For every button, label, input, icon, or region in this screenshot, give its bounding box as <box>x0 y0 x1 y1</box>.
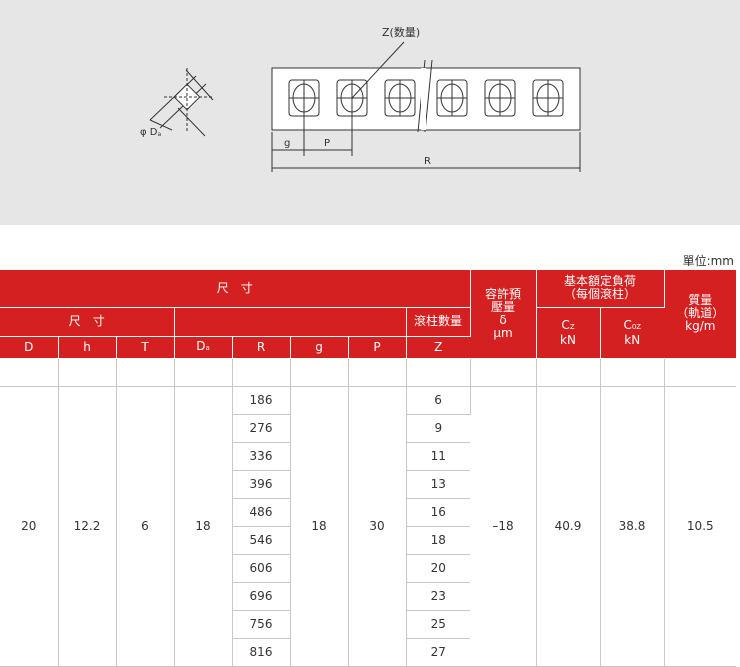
cell-t: 6 <box>116 386 175 667</box>
spec-table-body: 20 12.2 6 18 186 18 30 6 –18 40.9 38.8 10.5 276 9 336 1… <box>0 358 737 667</box>
cell-r: 816 <box>232 638 291 667</box>
phi-da-label: φ Da <box>140 127 161 138</box>
preload-title: 容許預壓量 <box>485 286 522 314</box>
col-h-header: h <box>58 336 117 359</box>
cell-r: 336 <box>232 442 291 471</box>
load-rating-subtitle: （每個滾柱） <box>564 287 637 302</box>
load-rating-header: 基本額定負荷 （每個滾柱） <box>536 270 665 308</box>
cell-p: 30 <box>348 386 407 667</box>
roller-count-header: 滾柱數量 <box>406 307 471 337</box>
cell-preload: –18 <box>470 386 537 667</box>
blank-subgroup-header <box>174 307 407 337</box>
cell-z: 9 <box>406 414 471 443</box>
roller-icon <box>484 79 516 117</box>
col-t-header: T <box>116 336 175 359</box>
col-p-header: P <box>348 336 407 359</box>
cell-r: 696 <box>232 582 291 611</box>
roller-icon <box>436 79 468 117</box>
spec-table: 尺 寸 容許預壓量 δ μm 基本額定負荷 （每個滾柱） 質量 （軌道） kg/… <box>0 270 737 667</box>
preload-symbol: δ <box>499 312 507 327</box>
cell-z: 18 <box>406 526 471 555</box>
spacer-row <box>0 358 737 387</box>
cell-mass: 10.5 <box>664 386 737 667</box>
unit-label: 單位:mm <box>682 254 734 268</box>
cell-g: 18 <box>290 386 349 667</box>
roller-icon <box>384 79 416 117</box>
preload-header: 容許預壓量 δ μm <box>470 270 537 359</box>
cell-da: 18 <box>174 386 233 667</box>
cell-z: 16 <box>406 498 471 527</box>
preload-unit: μm <box>493 325 513 340</box>
cell-z: 25 <box>406 610 471 639</box>
p-dimension-label: P <box>324 138 330 149</box>
dim-subgroup-header: 尺 寸 <box>0 307 175 337</box>
cell-r: 276 <box>232 414 291 443</box>
cell-cz: 40.9 <box>536 386 601 667</box>
c0z-header: C0Z kN <box>600 307 665 359</box>
table-row: 20 12.2 6 18 186 18 30 6 –18 40.9 38.8 10.5 <box>0 386 737 667</box>
z-count-label: Z(数量) <box>382 26 420 39</box>
col-d-header: D <box>0 336 59 359</box>
cz-header: CZ kN <box>536 307 601 359</box>
roller-rail-diagram: φ Da Z(数量) g P R <box>140 26 581 172</box>
cell-r: 606 <box>232 554 291 583</box>
cell-c0z: 38.8 <box>600 386 665 667</box>
cell-r: 756 <box>232 610 291 639</box>
cell-z: 20 <box>406 554 471 583</box>
cell-z: 27 <box>406 638 471 667</box>
diagram-panel: φ Da Z(数量) g P R <box>0 0 740 225</box>
mass-unit: kg/m <box>685 319 716 334</box>
cell-z: 11 <box>406 442 471 471</box>
cell-d: 20 <box>0 386 59 667</box>
cell-r: 396 <box>232 470 291 499</box>
col-g-header: g <box>290 336 349 359</box>
cell-z: 23 <box>406 582 471 611</box>
col-da-header: Da <box>174 336 233 359</box>
mass-header: 質量 （軌道） kg/m <box>664 270 737 359</box>
cell-z: 13 <box>406 470 471 499</box>
cell-r: 186 <box>232 386 291 415</box>
roller-side-view <box>149 68 214 137</box>
r-dimension-label: R <box>424 156 431 167</box>
cell-r: 486 <box>232 498 291 527</box>
g-dimension-label: g <box>284 138 290 149</box>
col-z-header: Z <box>406 336 471 359</box>
col-r-header: R <box>232 336 291 359</box>
cell-z: 6 <box>406 386 471 415</box>
cell-r: 546 <box>232 526 291 555</box>
dimension-group-header: 尺 寸 <box>0 270 471 308</box>
roller-icon <box>532 79 564 117</box>
cell-h: 12.2 <box>58 386 117 667</box>
